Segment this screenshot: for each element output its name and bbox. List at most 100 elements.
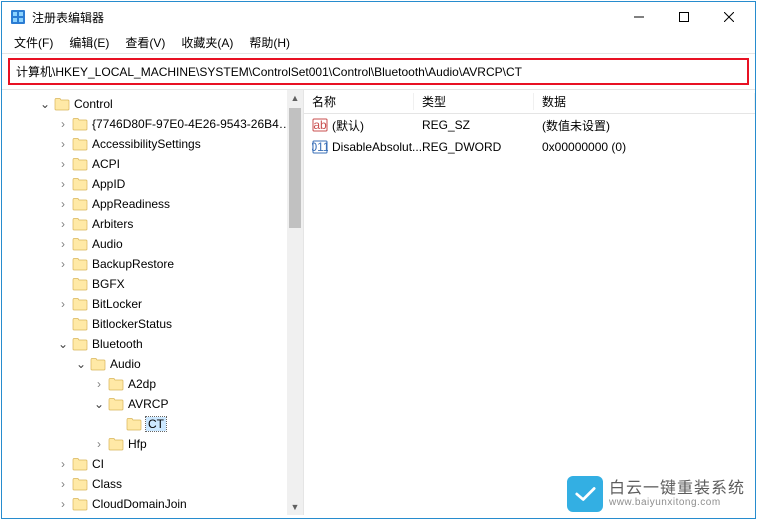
chevron-down-icon[interactable]: ⌄ <box>38 97 52 112</box>
folder-icon <box>72 317 88 331</box>
chevron-right-icon[interactable]: › <box>56 477 70 492</box>
value-name: (默认) <box>332 117 364 134</box>
folder-icon <box>108 377 124 391</box>
close-button[interactable] <box>706 3 751 31</box>
tree-node[interactable]: ›A2dp <box>2 374 303 394</box>
menu-view[interactable]: 查看(V) <box>117 32 173 53</box>
tree-node-label: CI <box>92 457 104 471</box>
folder-icon <box>72 337 88 351</box>
chevron-right-icon[interactable]: › <box>92 437 106 452</box>
tree-node[interactable]: › {7746D80F-97E0-4E26-9543-26B4… <box>2 114 303 134</box>
watermark-cn: 白云一键重装系统 <box>609 480 745 498</box>
tree-node[interactable]: ›Hfp <box>2 434 303 454</box>
chevron-right-icon[interactable]: › <box>56 197 70 212</box>
value-type: REG_SZ <box>414 118 534 132</box>
folder-icon <box>72 297 88 311</box>
folder-icon <box>72 217 88 231</box>
watermark-logo-icon <box>567 476 603 512</box>
tree-node[interactable]: › Class <box>2 474 303 494</box>
scroll-down-icon[interactable]: ▼ <box>287 499 303 515</box>
tree-node[interactable]: BitlockerStatus <box>2 314 303 334</box>
tree-scrollbar[interactable]: ▲ ▼ <box>287 90 303 515</box>
list-body[interactable]: ab (默认) REG_SZ(数值未设置) 011DisableAbsolut...R… <box>304 114 755 515</box>
scroll-thumb[interactable] <box>289 108 301 228</box>
value-data: 0x00000000 (0) <box>534 140 755 154</box>
col-header-name[interactable]: 名称 <box>304 93 414 110</box>
chevron-right-icon[interactable]: › <box>56 157 70 172</box>
menu-help[interactable]: 帮助(H) <box>241 32 298 53</box>
tree-node[interactable]: ⌄ AVRCP <box>2 394 303 414</box>
chevron-right-icon[interactable]: › <box>92 377 106 392</box>
tree-node[interactable]: › BackupRestore <box>2 254 303 274</box>
binary-value-icon: 011 <box>312 139 328 155</box>
chevron-right-icon[interactable]: › <box>56 297 70 312</box>
tree-node[interactable]: › CI <box>2 454 303 474</box>
string-value-icon: ab <box>312 117 328 133</box>
value-type: REG_DWORD <box>414 140 534 154</box>
tree-node[interactable]: › AppID <box>2 174 303 194</box>
window-controls <box>616 3 751 31</box>
list-pane: 名称 类型 数据 ab (默认) REG_SZ(数值未设置) 011DisableAb… <box>304 90 755 515</box>
col-header-type[interactable]: 类型 <box>414 93 534 110</box>
tree-node[interactable]: ›CloudDomainJoin <box>2 494 303 514</box>
minimize-button[interactable] <box>616 3 661 31</box>
tree-node-label: Bluetooth <box>92 337 143 351</box>
tree-node[interactable]: ›AppReadiness <box>2 194 303 214</box>
tree-pane[interactable]: ⌄Control›{7746D80F-97E0-4E26-9543-26B4…›… <box>2 90 304 515</box>
tree-node-label: Arbiters <box>92 217 133 231</box>
maximize-button[interactable] <box>661 3 706 31</box>
tree-node[interactable]: ›AccessibilitySettings <box>2 134 303 154</box>
tree-node[interactable]: › BitLocker <box>2 294 303 314</box>
chevron-right-icon[interactable]: › <box>56 257 70 272</box>
menu-file[interactable]: 文件(F) <box>6 32 61 53</box>
chevron-down-icon[interactable]: ⌄ <box>56 337 70 352</box>
folder-icon <box>72 477 88 491</box>
watermark-url: www.baiyunxitong.com <box>609 497 745 508</box>
list-row[interactable]: ab (默认) REG_SZ(数值未设置) <box>304 114 755 136</box>
tree-node[interactable]: ⌄Audio <box>2 354 303 374</box>
folder-icon <box>126 417 142 431</box>
svg-text:ab: ab <box>313 118 327 132</box>
tree-node-label: AVRCP <box>128 397 168 411</box>
list-header: 名称 类型 数据 <box>304 90 755 114</box>
tree-node[interactable]: ›Audio <box>2 234 303 254</box>
address-bar[interactable]: 计算机\HKEY_LOCAL_MACHINE\SYSTEM\ControlSet… <box>8 58 749 85</box>
tree-node[interactable]: ⌄Control <box>2 94 303 114</box>
menu-favorites[interactable]: 收藏夹(A) <box>173 32 241 53</box>
folder-icon <box>72 157 88 171</box>
value-data: (数值未设置) <box>534 117 755 134</box>
menu-edit[interactable]: 编辑(E) <box>61 32 117 53</box>
chevron-right-icon[interactable]: › <box>56 117 70 132</box>
chevron-right-icon[interactable]: › <box>56 217 70 232</box>
scroll-up-icon[interactable]: ▲ <box>287 90 303 106</box>
folder-icon <box>72 237 88 251</box>
folder-icon <box>90 357 106 371</box>
tree-node-label: BackupRestore <box>92 257 174 271</box>
chevron-down-icon[interactable]: ⌄ <box>92 397 106 412</box>
tree-node[interactable]: › Arbiters <box>2 214 303 234</box>
tree-node-label: Class <box>92 477 122 491</box>
tree-node-label: BitLocker <box>92 297 142 311</box>
folder-icon <box>72 117 88 131</box>
col-header-data[interactable]: 数据 <box>534 93 755 110</box>
folder-icon <box>54 97 70 111</box>
chevron-down-icon[interactable]: ⌄ <box>74 357 88 372</box>
chevron-right-icon[interactable]: › <box>56 137 70 152</box>
titlebar[interactable]: 注册表编辑器 <box>2 2 755 32</box>
tree-node[interactable]: ⌄ Bluetooth <box>2 334 303 354</box>
window-frame: 注册表编辑器 文件(F) 编辑(E) 查看(V) 收藏夹(A) 帮助(H) 计算… <box>1 1 756 519</box>
tree-node[interactable]: ›ACPI <box>2 154 303 174</box>
tree-node-label: BGFX <box>92 277 125 291</box>
list-row[interactable]: 011DisableAbsolut...REG_DWORD0x00000000 … <box>304 136 755 158</box>
tree-node[interactable]: CT <box>2 414 303 434</box>
tree-node[interactable]: BGFX <box>2 274 303 294</box>
folder-icon <box>108 397 124 411</box>
chevron-right-icon[interactable]: › <box>56 457 70 472</box>
folder-icon <box>108 437 124 451</box>
tree-node-label: AppID <box>92 177 125 191</box>
tree-node-label: {7746D80F-97E0-4E26-9543-26B4… <box>92 117 291 131</box>
folder-icon <box>72 257 88 271</box>
chevron-right-icon[interactable]: › <box>56 237 70 252</box>
chevron-right-icon[interactable]: › <box>56 497 70 512</box>
chevron-right-icon[interactable]: › <box>56 177 70 192</box>
